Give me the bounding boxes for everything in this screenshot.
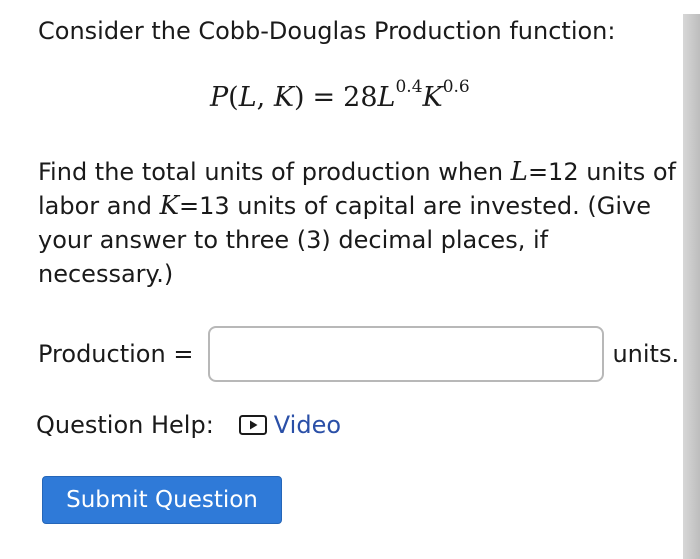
production-input[interactable] [208,326,605,382]
formula-function-name: P [210,82,229,113]
submit-question-button[interactable]: Submit Question [42,476,282,524]
formula-comma: , [256,82,274,113]
problem-intro: Consider the Cobb-Douglas Production fun… [38,17,616,45]
question-help-label: Question Help: [36,411,214,439]
production-label: Production = [38,340,194,368]
formula-exponent-2: 0.6 [442,77,470,97]
question-text-3: labor and [38,192,160,220]
formula-arg-1: L [238,82,257,113]
question-var-k: K [159,191,180,221]
question-line-3: your answer to three (3) decimal places,… [38,226,549,254]
question-text-4: =13 units of capital are invested. (Give [179,192,651,220]
formula-arg-2: K [273,82,294,113]
question-help: Question Help: Video [36,407,341,443]
formula-close-paren: ) [294,82,305,113]
formula-exponent-1: 0.4 [395,77,423,97]
play-icon [238,413,268,437]
formula-open-paren: ( [228,82,239,113]
question-line-4: necessary.) [38,260,174,288]
question-line-1: Find the total units of production when … [38,155,678,189]
question-text-1: Find the total units of production when [38,158,511,186]
question-line-2: labor and K=13 units of capital are inve… [38,189,678,223]
production-formula: P(L, K) = 28L0.4K0.6 [210,78,470,118]
problem-question: Find the total units of production when … [38,155,678,291]
video-link[interactable]: Video [238,407,341,443]
formula-coefficient: 28 [343,82,378,113]
formula-var-1: L [377,82,396,113]
answer-row: Production = units. [38,326,679,382]
scrollbar[interactable] [683,14,700,559]
video-link-label: Video [273,411,342,439]
formula-equals: = [312,82,336,113]
formula-var-2: K [422,82,443,113]
units-label: units. [612,340,680,368]
question-text-2: =12 units of [527,158,676,186]
question-var-l: L [510,157,528,187]
